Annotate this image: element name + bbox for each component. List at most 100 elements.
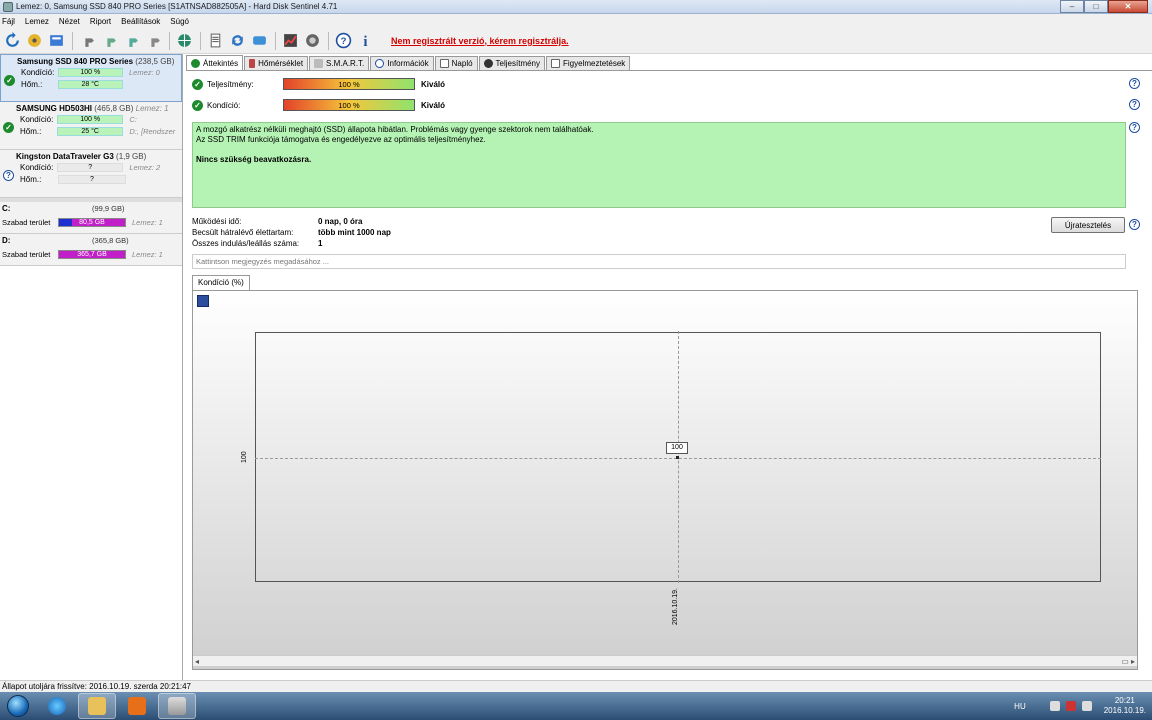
disk-item-samsung-hdd[interactable]: SAMSUNG HD503HI (465,8 GB) Lemez: 1 ✓ Ko… [0,102,182,150]
tab-bar: Áttekintés Hőmérséklet S.M.A.R.T. Inform… [186,55,631,70]
disk-name: Samsung SSD 840 PRO Series (238,5 GB) [17,57,175,66]
svg-text:?: ? [340,36,346,47]
scroll-right-icon: ▭ ▸ [1121,656,1135,666]
disk-name: SAMSUNG HD503HI (465,8 GB) Lemez: 1 [16,104,169,113]
transfer-icon[interactable] [249,31,269,51]
tray-arrow-icon[interactable] [1049,701,1060,711]
ie-icon [48,697,66,715]
taskbar-ie[interactable] [38,693,76,719]
globe-icon[interactable] [174,31,194,51]
maximize-button[interactable]: □ [1084,0,1108,13]
temperature-bar: ? [58,174,126,184]
hdsentinel-icon [168,697,186,715]
menu-bar: Fájl Lemez Nézet Riport Beállítások Súgó [0,14,1152,28]
performance-bar: 100 % [283,78,415,90]
scroll-left-icon: ◂ [195,656,200,666]
main-panel: Áttekintés Hőmérséklet S.M.A.R.T. Inform… [186,54,1152,680]
info-icon[interactable]: i [355,31,375,51]
help-icon[interactable]: ? [1129,122,1140,133]
disk-item-kingston[interactable]: Kingston DataTraveler G3 (1,9 GB) ? Kond… [0,150,182,198]
minimize-button[interactable]: – [1060,0,1084,13]
tab-health-chart[interactable]: Kondíció (%) [192,275,250,290]
chart-horizontal-scrollbar[interactable]: ◂ ▭ ▸ [193,655,1137,666]
window-title: Lemez: 0, Samsung SSD 840 PRO Series [S1… [16,2,338,11]
status-message-box: A mozgó alkatrész nélküli meghajtó (SSD)… [192,122,1126,208]
window-titlebar: Lemez: 0, Samsung SSD 840 PRO Series [S1… [0,0,1152,14]
help-icon[interactable]: ? [1129,219,1140,230]
windows-orb-icon [7,695,29,717]
taskbar-hdsentinel[interactable] [158,693,196,719]
tab-alerts[interactable]: Figyelmeztetések [546,56,631,70]
start-button[interactable] [0,693,36,719]
sync-icon[interactable] [227,31,247,51]
temperature-bar: 28 °C [57,79,123,89]
ok-check-icon: ✓ [192,99,203,111]
tray-network-icon[interactable] [1065,701,1076,711]
health-bar: 100 % [283,99,415,111]
ok-check-icon: ✓ [192,78,203,90]
tab-log[interactable]: Napló [434,56,478,70]
menu-settings[interactable]: Beállítások [121,17,160,26]
refresh-icon[interactable] [2,31,22,51]
tool4-icon[interactable] [143,31,163,51]
taskbar-explorer[interactable] [78,693,116,719]
media-player-icon [128,697,146,715]
unknown-status-icon: ? [3,170,14,181]
menu-report[interactable]: Riport [90,17,111,26]
tab-performance[interactable]: Teljesítmény [478,56,546,70]
ok-check-icon: ✓ [4,75,15,86]
tab-temperature[interactable]: Hőmérséklet [244,56,309,70]
tab-smart[interactable]: S.M.A.R.T. [309,56,370,70]
help-icon[interactable]: ? [1129,99,1140,110]
disk-stats: Működési idő: 0 nap, 0 óra Becsült hátral… [192,217,391,248]
disk-list-panel: Samsung SSD 840 PRO Series (238,5 GB) ✓ … [0,54,183,680]
tray-volume-icon[interactable] [1081,701,1092,711]
tool3-icon[interactable] [121,31,141,51]
taskbar-media[interactable] [118,693,156,719]
disk-name: Kingston DataTraveler G3 (1,9 GB) [16,152,147,161]
menu-file[interactable]: Fájl [2,17,15,26]
menu-disk[interactable]: Lemez [25,17,49,26]
system-tray: HU 20:21 2016.10.19. [1014,692,1146,720]
document-icon[interactable] [205,31,225,51]
tool2-icon[interactable] [99,31,119,51]
health-bar: 100 % [57,114,124,124]
chart-data-point [676,456,679,459]
health-bar: ? [57,162,124,172]
folder-icon [88,697,106,715]
disk-info-icon[interactable] [24,31,44,51]
app-icon [3,1,13,12]
help-icon[interactable]: ? [1129,78,1140,89]
tab-overview[interactable]: Áttekintés [186,55,244,70]
partition-item-c[interactable]: C: (99,9 GB) Szabad terület 80,5 GB Lemez:… [0,202,182,234]
chart-y-tick-label: 100 [241,451,248,463]
save-icon[interactable] [197,295,209,307]
gauge-icon[interactable] [302,31,322,51]
taskbar: HU 20:21 2016.10.19. [0,692,1152,720]
svg-text:i: i [363,34,367,49]
chart-icon[interactable] [280,31,300,51]
report-icon[interactable] [46,31,66,51]
tool-icon[interactable] [77,31,97,51]
clock[interactable]: 20:21 2016.10.19. [1104,696,1146,716]
health-chart-panel: 100 100 2016.10.19. ◂ ▭ ▸ [192,290,1138,670]
temperature-bar: 25 °C [57,126,124,136]
help-icon[interactable]: ? [333,31,353,51]
language-indicator[interactable]: HU [1014,702,1026,711]
close-button[interactable]: ✕ [1108,0,1148,13]
toolbar: ? i Nem regisztrált verzió, kérem regisz… [0,28,1152,54]
disk-item-samsung-ssd[interactable]: Samsung SSD 840 PRO Series (238,5 GB) ✓ … [0,54,182,102]
free-space-bar: 365,7 GB [58,249,126,259]
free-space-bar: 80,5 GB [58,217,126,227]
menu-help[interactable]: Súgó [170,17,189,26]
menu-view[interactable]: Nézet [59,17,80,26]
tab-information[interactable]: Információk [370,56,434,70]
retest-button[interactable]: Újratesztelés [1051,217,1125,233]
partition-item-d[interactable]: D: (365,8 GB) Szabad terület 365,7 GB Leme… [0,234,182,266]
chart-x-tick-label: 2016.10.19. [672,588,679,625]
health-bar: 100 % [57,67,123,77]
register-warning-link[interactable]: Nem regisztrált verzió, kérem regisztrál… [391,36,569,46]
health-row: ✓ Kondíció: 100 % Kiváló [192,99,445,111]
note-input[interactable]: Kattintson megjegyzés megadásához ... [192,254,1126,269]
performance-row: ✓ Teljesítmény: 100 % Kiváló [192,78,445,90]
